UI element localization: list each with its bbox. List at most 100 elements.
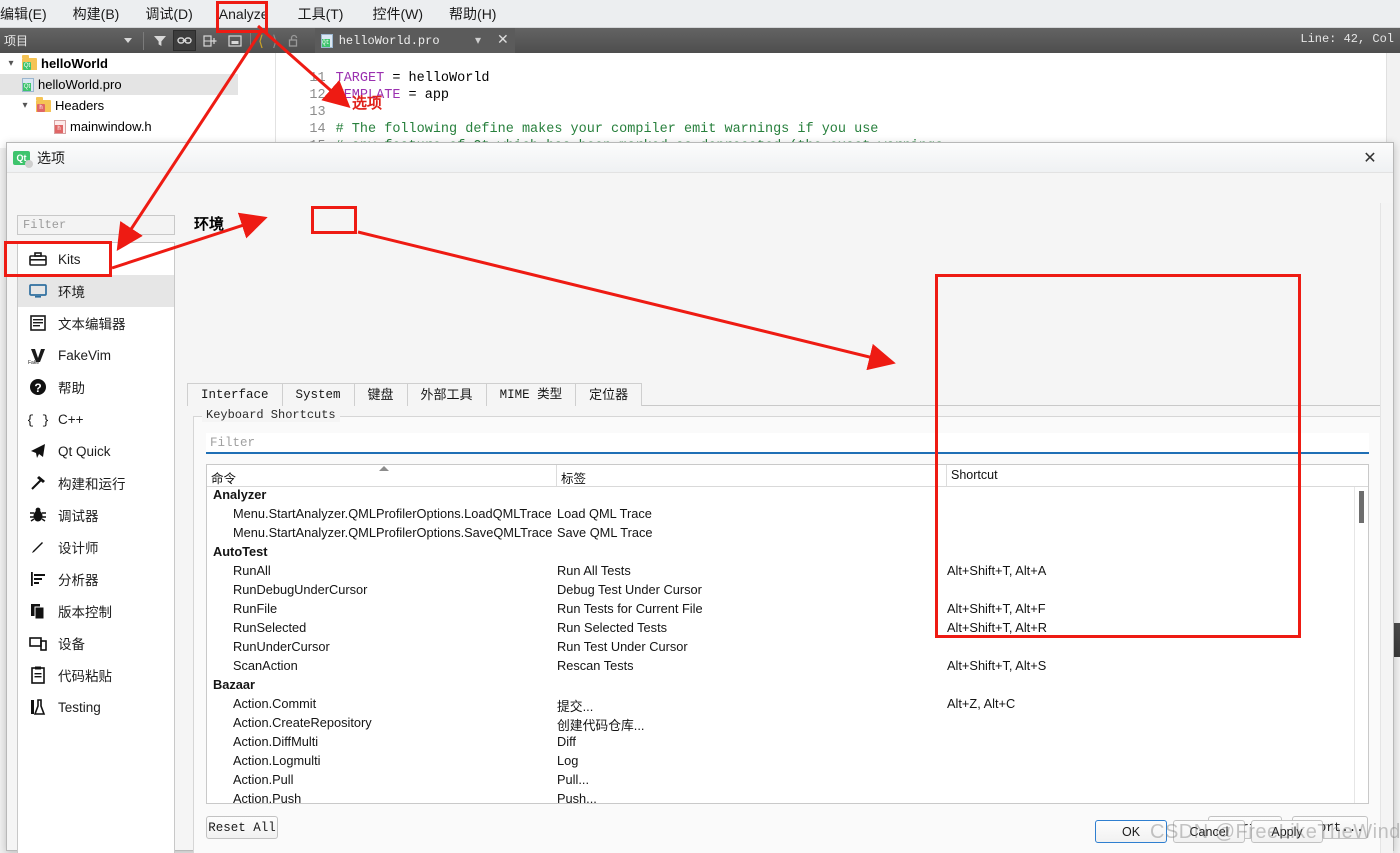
- code-editor[interactable]: 11 TARGET = helloWorld 12 TEMPLATE = app 1…: [239, 53, 1400, 148]
- sidebar-item-code-pasting[interactable]: 代码粘贴: [18, 659, 174, 691]
- tab-locator[interactable]: 定位器: [575, 383, 643, 406]
- menu-debug[interactable]: 调试(D): [132, 0, 205, 28]
- sidebar-item-text-editor[interactable]: 文本编辑器: [18, 307, 174, 339]
- sidebar-item-environment[interactable]: 环境: [18, 275, 174, 307]
- column-header-shortcut[interactable]: Shortcut: [947, 465, 1368, 486]
- back-arrow-icon[interactable]: ⟨: [254, 32, 268, 50]
- menu-widgets[interactable]: 控件(W): [359, 0, 436, 28]
- sidebar-item-cpp[interactable]: { } C++: [18, 403, 174, 435]
- tab-external-tools[interactable]: 外部工具: [406, 383, 487, 406]
- tree-item-helloworld[interactable]: ▾ Qt helloWorld: [0, 53, 238, 74]
- sidebar-item-fakevim[interactable]: Fake FakeVim: [18, 339, 174, 371]
- menu-edit[interactable]: 编辑(E): [0, 0, 60, 28]
- tab-interface[interactable]: Interface: [187, 383, 283, 406]
- sidebar-item-analyzer[interactable]: 分析器: [18, 563, 174, 595]
- table-body: Analyzer Menu.StartAnalyzer.QMLProfilerO…: [207, 487, 1368, 804]
- dialog-vertical-scrollbar[interactable]: [1380, 203, 1393, 853]
- table-row[interactable]: Action.Pull Pull...: [207, 772, 1368, 791]
- table-row[interactable]: Bazaar: [207, 677, 1368, 696]
- table-row[interactable]: Menu.StartAnalyzer.QMLProfilerOptions.Sa…: [207, 525, 1368, 544]
- close-icon[interactable]: ✕: [1353, 144, 1387, 172]
- table-row[interactable]: Action.CreateRepository 创建代码仓库...: [207, 715, 1368, 734]
- sidebar-filter-input[interactable]: Filter: [17, 215, 175, 235]
- table-row[interactable]: AutoTest: [207, 544, 1368, 563]
- cell-command: RunUnderCursor: [233, 639, 330, 654]
- chevron-down-icon[interactable]: ▾: [18, 100, 32, 111]
- sidebar-item-qt-quick[interactable]: Qt Quick: [18, 435, 174, 467]
- code-comment: # The following define makes your compil…: [335, 122, 879, 137]
- chevron-down-icon[interactable]: ▾: [475, 33, 481, 48]
- cell-label: Load QML Trace: [557, 506, 652, 521]
- link-icon[interactable]: [173, 30, 196, 51]
- shortcuts-filter-input[interactable]: Filter: [206, 433, 1369, 454]
- cell-label: Push...: [557, 791, 597, 804]
- menu-help[interactable]: 帮助(H): [436, 0, 509, 28]
- table-row[interactable]: RunDebugUnderCursor Debug Test Under Curs…: [207, 582, 1368, 601]
- column-header-command[interactable]: 命令: [207, 465, 557, 486]
- tree-item-headers[interactable]: ▾ h Headers: [0, 95, 238, 116]
- tab-keyboard[interactable]: 键盘: [353, 383, 408, 406]
- tab-system[interactable]: System: [281, 383, 355, 406]
- hammer-icon: [28, 473, 48, 493]
- column-header-label-col[interactable]: 标签: [557, 465, 947, 486]
- sidebar-item-designer[interactable]: 设计师: [18, 531, 174, 563]
- filter-icon[interactable]: [148, 30, 171, 51]
- table-row[interactable]: ScanAction Rescan Tests Alt+Shift+T, Alt+S: [207, 658, 1368, 677]
- sidebar-item-help[interactable]: ? 帮助: [18, 371, 174, 403]
- svg-text:?: ?: [34, 381, 41, 395]
- sidebar-item-version-control[interactable]: 版本控制: [18, 595, 174, 627]
- fakevim-icon: Fake: [28, 345, 48, 366]
- project-selector-label: 项目: [4, 34, 29, 48]
- keyboard-shortcuts-legend: Keyboard Shortcuts: [202, 408, 340, 422]
- cell-shortcut: [947, 677, 1368, 696]
- forward-arrow-icon[interactable]: ⟩: [268, 32, 282, 50]
- table-row[interactable]: Action.Logmulti Log: [207, 753, 1368, 772]
- table-row[interactable]: Action.Push Push...: [207, 791, 1368, 804]
- close-tab-icon[interactable]: ✕: [497, 32, 509, 49]
- text-editor-icon: [28, 313, 48, 333]
- chevron-down-icon[interactable]: ▾: [4, 58, 18, 69]
- tab-mime-types[interactable]: MIME 类型: [485, 383, 577, 406]
- cell-shortcut: Alt+Shift+T, Alt+F: [947, 601, 1046, 616]
- cell-label: 创建代码仓库...: [557, 718, 645, 733]
- split-icon[interactable]: [198, 30, 221, 51]
- cell-shortcut: [947, 506, 1368, 525]
- tree-item-mainwindow-h[interactable]: h mainwindow.h: [0, 116, 238, 137]
- tree-item-helloworld-pro[interactable]: Qt helloWorld.pro: [0, 74, 238, 95]
- scrollbar-thumb[interactable]: [1359, 491, 1364, 523]
- table-row[interactable]: Analyzer: [207, 487, 1368, 506]
- table-row[interactable]: Action.Commit 提交... Alt+Z, Alt+C: [207, 696, 1368, 715]
- sidebar-item-devices[interactable]: 设备: [18, 627, 174, 659]
- help-question-icon: ?: [28, 377, 48, 397]
- table-row[interactable]: RunFile Run Tests for Current File Alt+Shi…: [207, 601, 1368, 620]
- cell-command: RunDebugUnderCursor: [233, 582, 368, 597]
- sidebar-item-build-and-run[interactable]: 构建和运行: [18, 467, 174, 499]
- table-row[interactable]: RunSelected Run Selected Tests Alt+Shift+T…: [207, 620, 1368, 639]
- cell-shortcut: [947, 734, 1368, 753]
- monitor-icon: [28, 281, 48, 301]
- menu-build[interactable]: 构建(B): [60, 0, 133, 28]
- unlocked-icon[interactable]: [283, 30, 306, 51]
- editor-file-tab[interactable]: Qt helloWorld.pro ▾ ✕: [314, 28, 515, 53]
- h-file-icon: h: [54, 119, 66, 134]
- cell-command: Menu.StartAnalyzer.QMLProfilerOptions.Lo…: [233, 506, 552, 521]
- code-text: = helloWorld: [384, 71, 490, 86]
- table-row[interactable]: Menu.StartAnalyzer.QMLProfilerOptions.Lo…: [207, 506, 1368, 525]
- table-row[interactable]: Action.DiffMulti Diff: [207, 734, 1368, 753]
- table-row[interactable]: RunAll Run All Tests Alt+Shift+T, Alt+A: [207, 563, 1368, 582]
- ide-toolbar: 项目 ⟨ ⟩ Qt helloWorld.pro ▾ ✕ Line: 42, C…: [0, 28, 1400, 53]
- sidebar-item-kits[interactable]: Kits: [18, 243, 174, 275]
- toolbar-divider-2: [250, 31, 251, 50]
- table-vertical-scrollbar[interactable]: [1354, 487, 1368, 803]
- sidebar-item-debugger[interactable]: 调试器: [18, 499, 174, 531]
- line-number: 14: [309, 122, 326, 137]
- project-selector-combo[interactable]: 项目: [0, 28, 140, 53]
- cell-shortcut: Alt+Shift+T, Alt+S: [947, 658, 1047, 673]
- table-row[interactable]: RunUnderCursor Run Test Under Cursor: [207, 639, 1368, 658]
- collapse-icon[interactable]: [223, 30, 246, 51]
- sidebar-item-testing[interactable]: Testing: [18, 691, 174, 723]
- shortcuts-table[interactable]: 命令 标签 Shortcut Analyzer Menu.StartAnalyz…: [206, 464, 1369, 804]
- cell-label: [557, 677, 947, 696]
- menu-tools[interactable]: 工具(T): [282, 0, 360, 28]
- menu-analyze[interactable]: Analyze: [206, 0, 282, 28]
